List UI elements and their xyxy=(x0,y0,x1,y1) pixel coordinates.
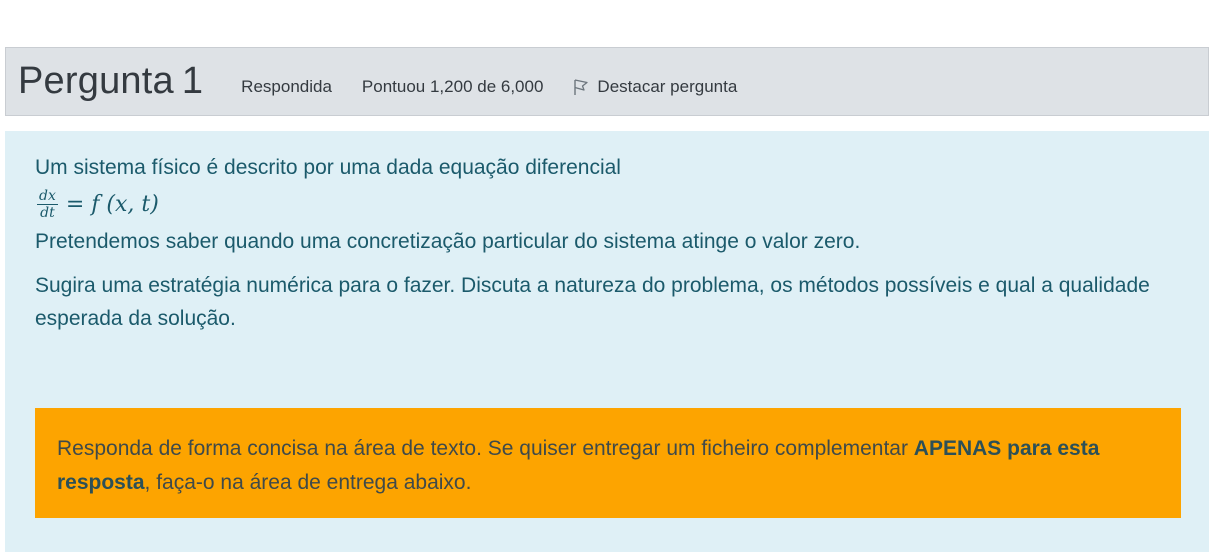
question-info-bar: Pergunta 1 Respondida Pontuou 1,200 de 6,… xyxy=(5,47,1209,116)
question-text: Um sistema físico é descrito por uma dad… xyxy=(5,131,1209,552)
question-number: 1 xyxy=(181,59,204,102)
equation-numerator: dx xyxy=(37,187,58,206)
question-intro: Um sistema físico é descrito por uma dad… xyxy=(35,156,621,179)
flag-question-label: Destacar pergunta xyxy=(597,76,738,96)
question-paragraph-2: Sugira uma estratégia numérica para o fa… xyxy=(35,273,1150,331)
question-page: Pergunta 1 Respondida Pontuou 1,200 de 6,… xyxy=(0,0,1219,560)
notice-text-before: Responda de forma concisa na área de tex… xyxy=(57,437,914,460)
question-title-prefix: Pergunta xyxy=(18,59,174,102)
question-paragraph-1: Pretendemos saber quando uma concretizaç… xyxy=(35,229,861,253)
question-status: Respondida xyxy=(241,76,332,96)
equation-rhs: = f (x, t) xyxy=(65,192,159,218)
flag-outline-icon xyxy=(574,78,589,95)
equation-denominator: dt xyxy=(40,205,55,222)
instruction-notice: Responda de forma concisa na área de tex… xyxy=(35,408,1181,518)
question-title: Pergunta 1 xyxy=(18,62,203,100)
differential-equation: dx dt = f (x, t) xyxy=(37,187,1179,222)
equation-fraction: dx dt xyxy=(37,187,58,222)
question-score: Pontuou 1,200 de 6,000 xyxy=(361,76,544,96)
notice-text-after: , faça-o na área de entrega abaixo. xyxy=(144,470,472,494)
flag-question-link[interactable]: Destacar pergunta xyxy=(573,77,737,97)
